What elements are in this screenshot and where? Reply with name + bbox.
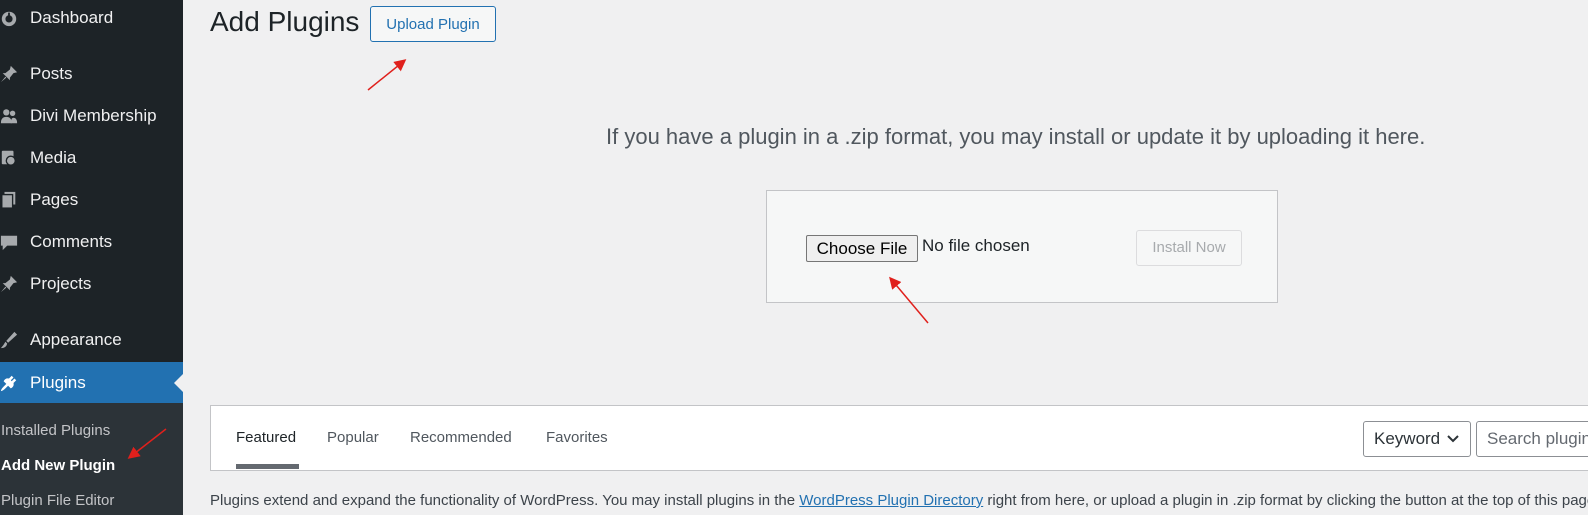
file-status-text: No file chosen (922, 236, 1030, 255)
sidebar-item-label: Comments (30, 232, 113, 251)
sidebar-item-label: Posts (30, 64, 73, 83)
upload-plugin-button[interactable]: Upload Plugin (370, 6, 496, 42)
sidebar-item-plugins[interactable]: Plugins (0, 362, 183, 404)
search-plugins-input[interactable]: Search plugins... (1476, 421, 1588, 457)
plugins-intro-text: Plugins extend and expand the functional… (210, 492, 1588, 509)
tab-recommended[interactable]: Recommended (410, 429, 512, 446)
sidebar-item-comments[interactable]: Comments (0, 224, 183, 260)
sidebar-item-label: Divi Membership (30, 106, 157, 125)
sidebar-item-divi-membership[interactable]: Divi Membership (0, 98, 183, 134)
tab-popular[interactable]: Popular (327, 429, 379, 446)
active-caret (174, 374, 183, 392)
install-now-button[interactable]: Install Now (1136, 230, 1242, 266)
submenu-plugin-file-editor[interactable]: Plugin File Editor (1, 492, 114, 509)
media-icon (1, 150, 16, 166)
sidebar-item-appearance[interactable]: Appearance (0, 322, 183, 358)
sidebar-item-label: Projects (30, 274, 92, 293)
sidebar-item-label: Dashboard (30, 8, 114, 27)
intro-text-start: Plugins extend and expand the functional… (210, 492, 800, 509)
pin-icon (0, 65, 18, 83)
active-tab-indicator (236, 464, 299, 469)
search-type-select[interactable]: Keyword (1363, 421, 1471, 457)
sidebar-item-pages[interactable]: Pages (0, 182, 183, 218)
intro-text-end: right from here, or upload a plugin in .… (983, 492, 1588, 509)
sidebar-item-dashboard[interactable]: Dashboard (0, 0, 183, 36)
sidebar-item-media[interactable]: Media (0, 140, 183, 176)
annotation-arrow-upload (367, 59, 407, 91)
users-icon (0, 109, 18, 124)
submenu-add-new-plugin[interactable]: Add New Plugin (1, 457, 115, 474)
upload-form: Choose File No file chosen Install Now (766, 190, 1278, 303)
sidebar-item-label: Media (30, 148, 77, 167)
choose-file-button[interactable]: Choose File (806, 235, 918, 262)
upload-help-text: If you have a plugin in a .zip format, y… (606, 124, 1426, 149)
sidebar-item-projects[interactable]: Projects (0, 266, 183, 302)
plug-icon (0, 375, 17, 392)
pin-icon (0, 275, 18, 293)
pages-icon (1, 191, 16, 209)
page-title: Add Plugins (210, 6, 360, 37)
brush-icon (0, 331, 18, 349)
sidebar-item-posts[interactable]: Posts (0, 56, 183, 92)
admin-sidebar: Dashboard Posts Divi Membership Media Pa… (0, 0, 183, 515)
tab-featured[interactable]: Featured (236, 429, 296, 446)
sidebar-item-label: Appearance (30, 330, 122, 349)
plugin-filter-bar: Featured Popular Recommended Favorites K… (210, 405, 1588, 471)
chevron-down-icon (1447, 435, 1459, 443)
search-type-value: Keyword (1374, 429, 1441, 448)
sidebar-item-label: Plugins (30, 373, 86, 392)
submenu-installed-plugins[interactable]: Installed Plugins (1, 422, 110, 439)
sidebar-item-label: Pages (30, 190, 79, 209)
comment-icon (0, 235, 18, 251)
tab-favorites[interactable]: Favorites (546, 429, 608, 446)
plugins-submenu: Installed Plugins Add New Plugin Plugin … (0, 403, 183, 515)
plugin-directory-link[interactable]: WordPress Plugin Directory (799, 492, 983, 509)
dashboard-icon (1, 11, 17, 27)
